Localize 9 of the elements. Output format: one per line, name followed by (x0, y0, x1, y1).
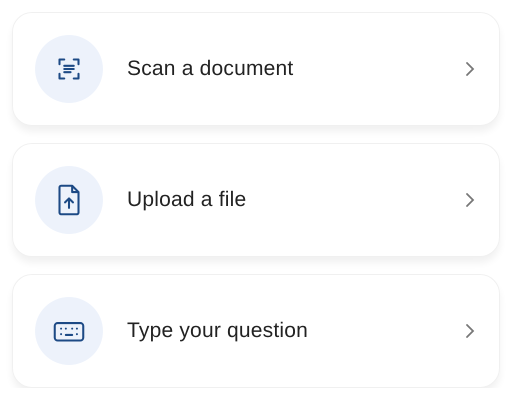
chevron-right-icon (465, 323, 475, 339)
option-card[interactable]: Type your question (12, 274, 500, 388)
option-label: Upload a file (127, 187, 246, 214)
option-card[interactable]: Scan a document (12, 12, 500, 126)
option-card[interactable]: Upload a file (12, 143, 500, 257)
option-label: Scan a document (127, 56, 294, 82)
chevron-right-icon (465, 192, 475, 208)
chevron-right-icon (465, 61, 475, 77)
option-label: Type your question (127, 318, 308, 344)
